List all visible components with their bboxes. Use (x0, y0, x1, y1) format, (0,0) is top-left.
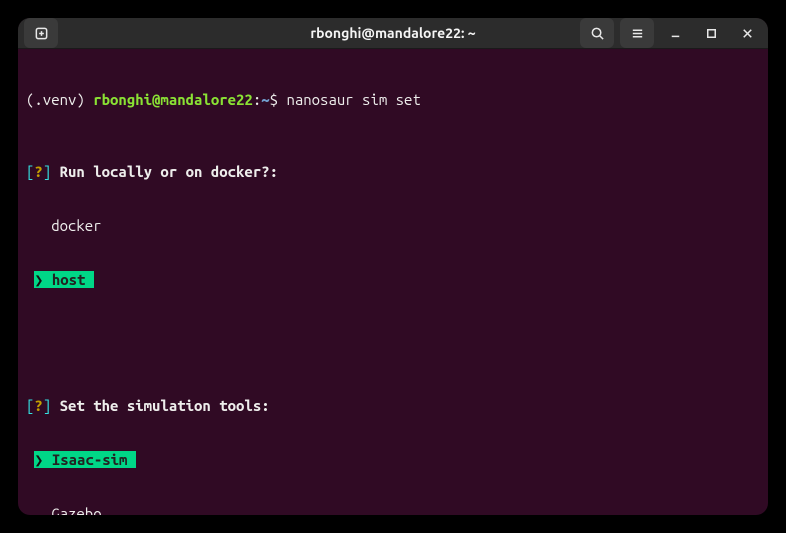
minimize-button[interactable] (660, 18, 690, 48)
option-line[interactable]: Gazebo (26, 505, 760, 515)
question-text: Set the simulation tools: (51, 397, 269, 414)
question-mark-icon: ? (34, 397, 42, 414)
question-text: Run locally or on docker?: (51, 163, 278, 180)
option-host: host (43, 271, 93, 288)
option-docker: docker (51, 217, 101, 234)
user-host: rbonghi@mandalore22 (93, 91, 253, 108)
maximize-icon (704, 26, 719, 41)
new-tab-button[interactable] (24, 18, 58, 48)
bracket: ] (43, 163, 51, 180)
maximize-button[interactable] (696, 18, 726, 48)
question-line: [?] Set the simulation tools: (26, 397, 760, 415)
hamburger-icon (630, 26, 645, 41)
option-line[interactable]: docker (26, 217, 760, 235)
new-tab-icon (34, 26, 49, 41)
option-line-selected[interactable]: ❯ Isaac-sim (26, 451, 760, 469)
option-line-selected[interactable]: ❯ host (26, 271, 760, 289)
terminal-window: rbonghi@mandalore22: ~ (.venv) rbonghi@m… (18, 18, 768, 515)
option-isaac-sim: Isaac-sim (43, 451, 135, 468)
menu-button[interactable] (620, 18, 654, 48)
prompt-line: (.venv) rbonghi@mandalore22:~$ nanosaur … (26, 91, 760, 109)
titlebar: rbonghi@mandalore22: ~ (18, 18, 768, 49)
prompt-symbol: $ (270, 91, 278, 108)
command-text: nanosaur sim set (286, 91, 420, 108)
close-icon (740, 26, 755, 41)
close-button[interactable] (732, 18, 762, 48)
option-gazebo: Gazebo (51, 505, 101, 515)
search-button[interactable] (580, 18, 614, 48)
search-icon (590, 26, 605, 41)
colon: : (253, 91, 261, 108)
venv-indicator: (.venv) (26, 91, 85, 108)
terminal-body[interactable]: (.venv) rbonghi@mandalore22:~$ nanosaur … (18, 49, 768, 515)
question-line: [?] Run locally or on docker?: (26, 163, 760, 181)
cwd-path: ~ (261, 91, 269, 108)
question-mark-icon: ? (34, 163, 42, 180)
minimize-icon (668, 26, 683, 41)
bracket: ] (43, 397, 51, 414)
